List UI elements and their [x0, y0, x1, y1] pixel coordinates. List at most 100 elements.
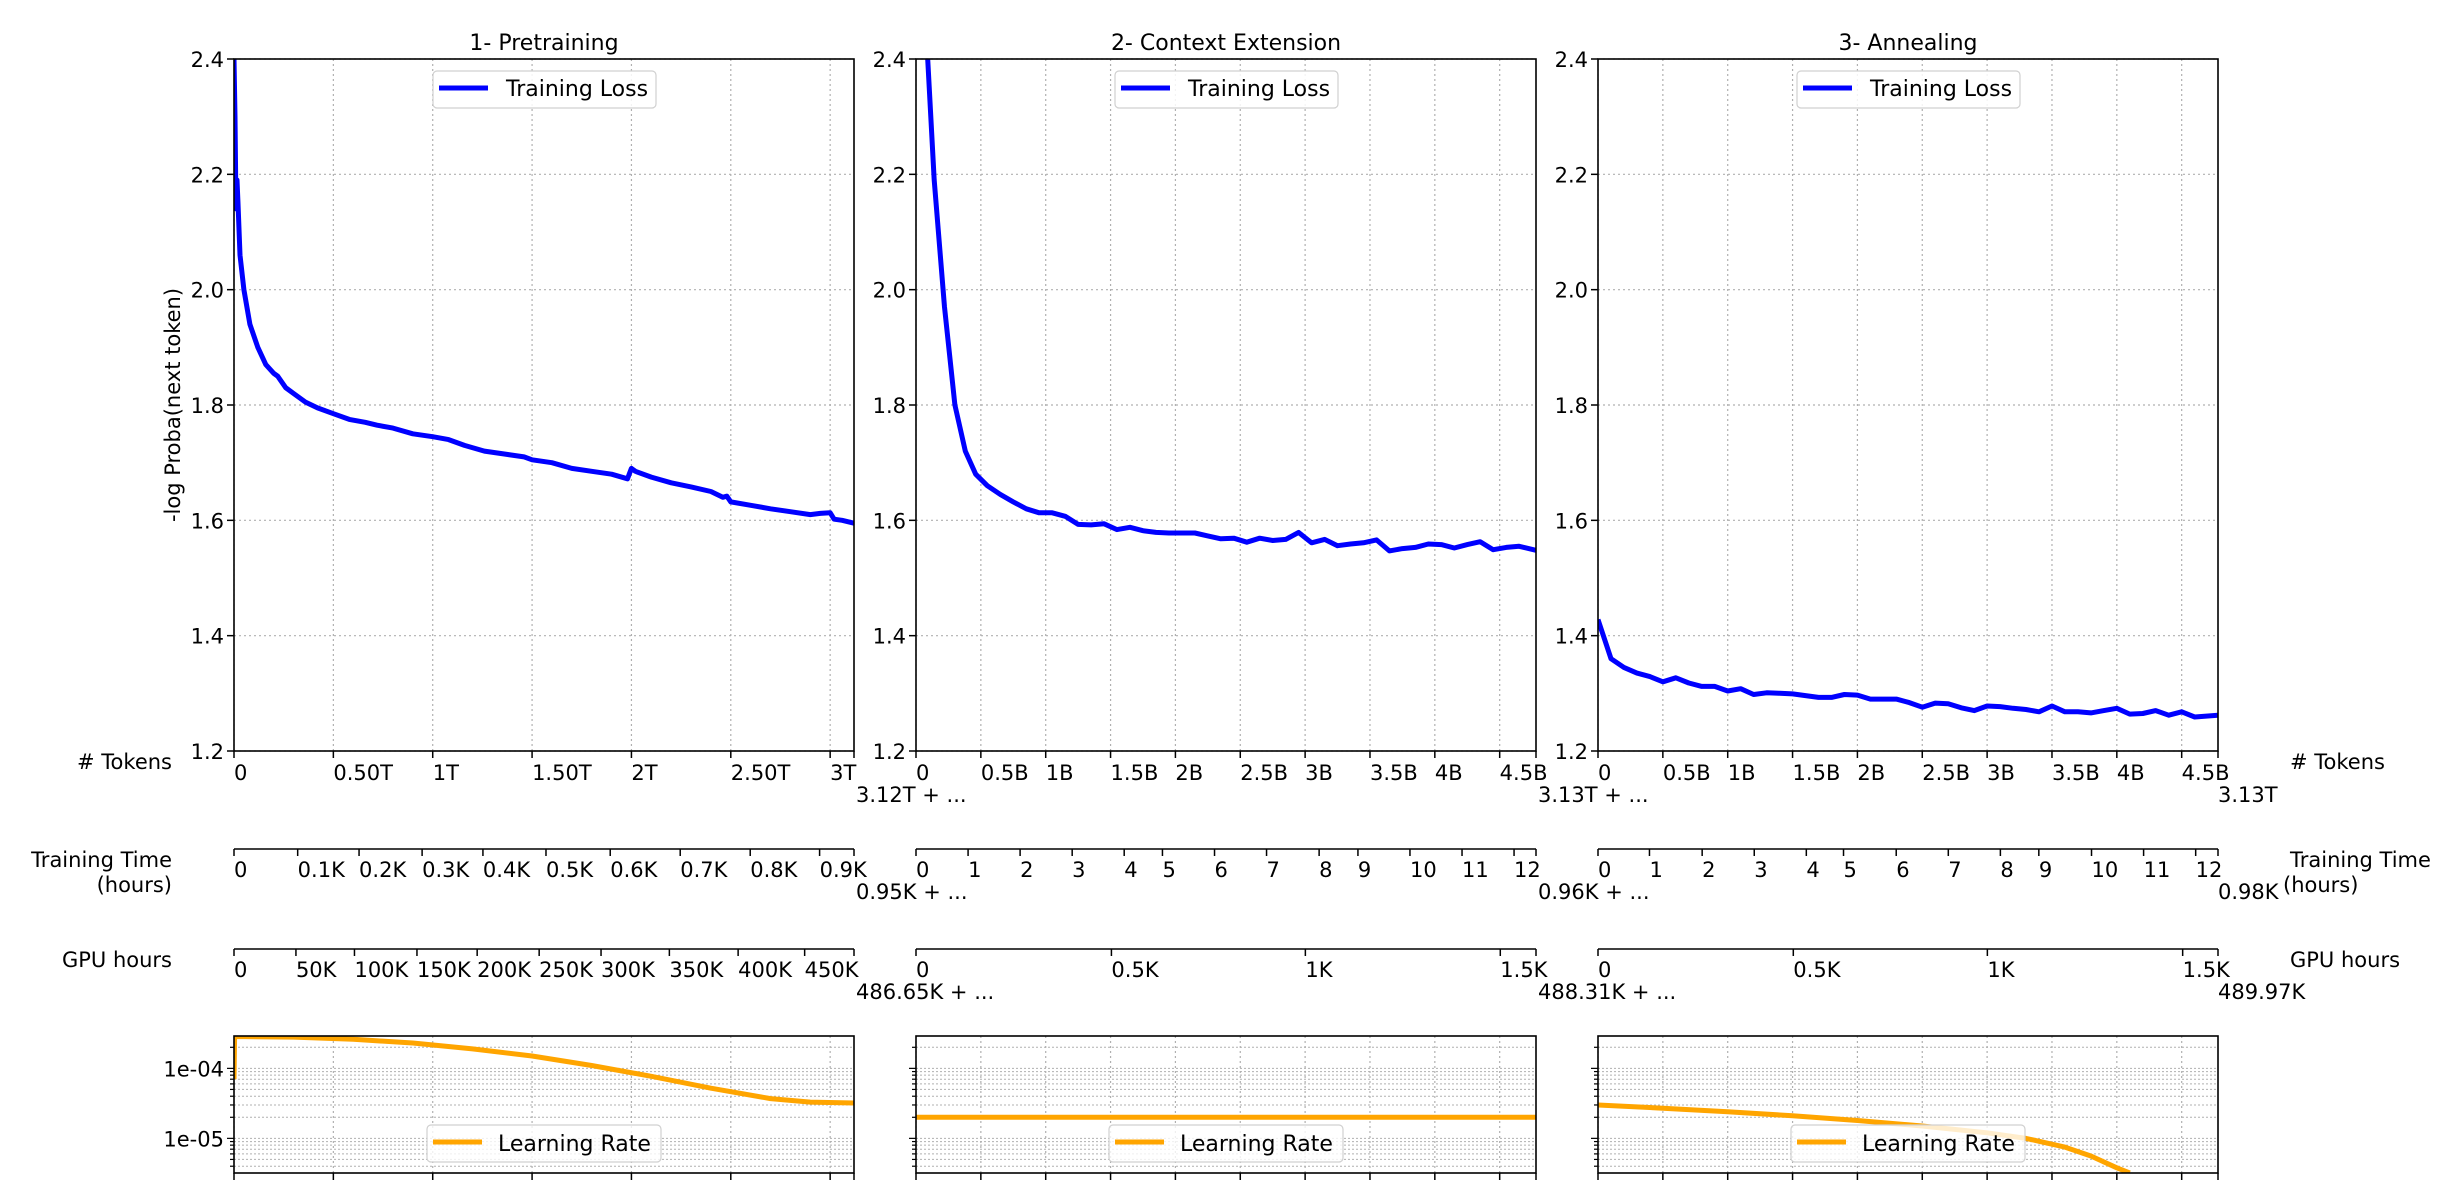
time-tick-label: 8 [1319, 858, 1332, 882]
row-label-time-right-1: Training Time [2289, 848, 2431, 872]
time-tick-label: 10 [1410, 858, 1437, 882]
time-tick-label: 7 [1267, 858, 1280, 882]
time-tick-label: 0.5K [546, 858, 594, 882]
token-tick-label: 3T [830, 761, 856, 785]
y-tick-label: 1.2 [873, 740, 906, 764]
token-end-label: 3.13T [2218, 783, 2278, 807]
token-tick-label: 1T [433, 761, 459, 785]
y-tick-label: 2.4 [873, 48, 906, 72]
gpu-tick-label: 50K [296, 958, 338, 982]
time-tick-label: 6 [1896, 858, 1909, 882]
panel-context-extension: 1.2 1.4 1.6 1.8 2.0 2.2 2.4 0 0.5B 1B 1.5B 2B 2.5B 3B… [856, 31, 1549, 1180]
loss-legend-label: Training Loss [1869, 77, 2012, 102]
loss-line [925, 59, 1536, 554]
y-tick-label: 2.4 [1555, 48, 1588, 72]
y-tick-label: 1.8 [191, 394, 224, 418]
token-tick-label: 3.5B [1370, 761, 1418, 785]
gpu-tick-label: 1K [1987, 958, 2015, 982]
gpu-tick-label: 0 [1598, 958, 1611, 982]
time-tick-label: 5 [1162, 858, 1175, 882]
time-tick-label: 4 [1124, 858, 1137, 882]
time-tick-label: 0.4K [483, 858, 531, 882]
gpu-tick-label: 450K [805, 958, 860, 982]
gpu-tick-label: 1.5K [1500, 958, 1548, 982]
time-end-label: 0.98K [2218, 880, 2280, 904]
y-tick-label: 1.8 [1555, 394, 1588, 418]
time-tick-label: 1 [1649, 858, 1662, 882]
token-tick-label: 1B [1728, 761, 1756, 785]
loss-line [234, 59, 854, 526]
time-offset-label: 0.96K + ... [1538, 880, 1650, 904]
gpu-tick-label: 200K [477, 958, 532, 982]
time-tick-label: 0.2K [359, 858, 407, 882]
time-tick-label: 12 [1514, 858, 1541, 882]
y-tick-label: 1.6 [1555, 509, 1588, 533]
token-tick-label: 0 [1598, 761, 1611, 785]
time-tick-label: 9 [2039, 858, 2052, 882]
y-tick-label: 2.2 [873, 163, 906, 187]
time-tick-label: 8 [2000, 858, 2013, 882]
y-axis-label: -log Proba(next token) [161, 288, 185, 522]
token-tick-label: 0.5B [1663, 761, 1711, 785]
lr-legend-label: Learning Rate [1862, 1132, 2015, 1157]
token-tick-label: 2B [1857, 761, 1885, 785]
gpu-tick-label: 0.5K [1793, 958, 1841, 982]
token-tick-label: 0 [234, 761, 247, 785]
time-tick-label: 3 [1754, 858, 1767, 882]
time-tick-label: 0.7K [680, 858, 728, 882]
gpu-tick-label: 0.5K [1111, 958, 1159, 982]
time-tick-label: 2 [1702, 858, 1715, 882]
time-tick-label: 12 [2196, 858, 2223, 882]
time-tick-label: 9 [1358, 858, 1371, 882]
y-tick-label: 2.0 [873, 279, 906, 303]
time-tick-label: 11 [2144, 858, 2171, 882]
token-tick-label: 0.5B [981, 761, 1029, 785]
y-tick-label: 1.4 [1555, 625, 1588, 649]
time-tick-label: 0 [916, 858, 929, 882]
time-tick-label: 3 [1072, 858, 1085, 882]
gpu-offset-label: 488.31K + ... [1538, 980, 1676, 1004]
lr-legend-label: Learning Rate [498, 1132, 651, 1157]
time-tick-label: 0.3K [422, 858, 470, 882]
time-tick-label: 0 [1598, 858, 1611, 882]
lr-legend-label: Learning Rate [1180, 1132, 1333, 1157]
training-figure: # Tokens Training Time (hours) GPU hours… [30, 31, 2431, 1180]
gpu-tick-label: 1.5K [2183, 958, 2231, 982]
time-tick-label: 7 [1948, 858, 1961, 882]
panel-annealing: 1.2 1.4 1.6 1.8 2.0 2.2 2.4 0 0.5B 1B 1.5B 2B 2.5B 3B… [1538, 31, 2306, 1180]
y-tick-label: 2.4 [191, 48, 224, 72]
time-tick-label: 10 [2092, 858, 2119, 882]
gpu-tick-label: 0 [916, 958, 929, 982]
y-tick-label: 1.4 [191, 625, 224, 649]
row-label-tokens-right: # Tokens [2290, 750, 2385, 774]
token-tick-label: 1B [1046, 761, 1074, 785]
time-tick-label: 0.9K [820, 858, 868, 882]
time-tick-label: 0 [234, 858, 247, 882]
gpu-tick-label: 300K [601, 958, 656, 982]
gpu-tick-label: 150K [417, 958, 472, 982]
gpu-end-label: 489.97K [2218, 980, 2306, 1004]
token-tick-label: 4B [2117, 761, 2145, 785]
token-offset-label: 3.12T + ... [856, 783, 967, 807]
loss-legend-label: Training Loss [505, 77, 648, 102]
y-tick-label: 2.2 [191, 163, 224, 187]
gpu-offset-label: 486.65K + ... [856, 980, 994, 1004]
y-tick-label: 1.2 [1555, 740, 1588, 764]
gpu-tick-label: 100K [354, 958, 409, 982]
row-label-gpu-left: GPU hours [62, 948, 172, 972]
y-tick-label: 1.6 [873, 509, 906, 533]
time-tick-label: 0.8K [750, 858, 798, 882]
token-offset-label: 3.13T + ... [1538, 783, 1649, 807]
time-tick-label: 6 [1215, 858, 1228, 882]
time-tick-label: 11 [1462, 858, 1489, 882]
y-tick-label: 1.4 [873, 625, 906, 649]
panel-pretraining: 1.2 1.4 1.6 1.8 2.0 2.2 2.4 0 0.50T 1T 1.50T 2T 2.50… [163, 31, 868, 1180]
token-tick-label: 2B [1175, 761, 1203, 785]
token-tick-label: 2T [631, 761, 657, 785]
y-tick-label: 2.0 [1555, 279, 1588, 303]
time-tick-label: 2 [1020, 858, 1033, 882]
time-tick-label: 0.6K [610, 858, 658, 882]
lr-y-tick-label: 1e-04 [163, 1057, 224, 1081]
row-label-time-right-2: (hours) [2283, 873, 2358, 897]
token-tick-label: 0 [916, 761, 929, 785]
